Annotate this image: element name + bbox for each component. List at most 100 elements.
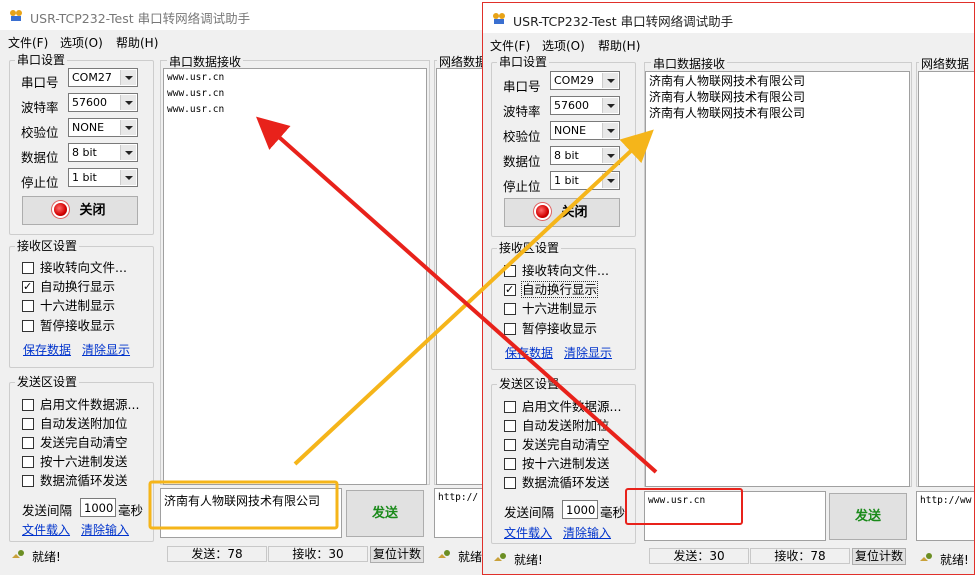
checkbox-box bbox=[22, 279, 34, 294]
net-recv-area[interactable] bbox=[918, 71, 974, 487]
clear-input-link[interactable]: 清除输入 bbox=[81, 521, 129, 538]
checkbox-label: 接收转向文件... bbox=[40, 260, 127, 275]
serial-recv-area[interactable]: 济南有人物联网技术有限公司 济南有人物联网技术有限公司 济南有人物联网技术有限公… bbox=[645, 71, 910, 487]
group-label: 串口设置 bbox=[15, 53, 68, 67]
baud-label: 波特率 bbox=[21, 100, 59, 115]
clear-display-link[interactable]: 清除显示 bbox=[82, 341, 130, 358]
loop-send-checkbox[interactable]: 数据流循环发送 bbox=[22, 473, 128, 488]
auto-wrap-checkbox[interactable]: 自动换行显示 bbox=[22, 279, 115, 294]
close-port-button[interactable]: 关闭 bbox=[504, 198, 620, 227]
load-file-link[interactable]: 文件载入 bbox=[504, 524, 552, 541]
menu-file[interactable]: 文件(F) bbox=[490, 37, 530, 54]
pause-recv-checkbox[interactable]: 暂停接收显示 bbox=[504, 321, 597, 336]
port-select[interactable]: COM27 bbox=[68, 68, 138, 87]
hex-send-checkbox[interactable]: 按十六进制发送 bbox=[22, 454, 128, 469]
auto-append-checkbox[interactable]: 自动发送附加位 bbox=[22, 416, 128, 431]
checkbox-box bbox=[504, 439, 516, 451]
file-source-checkbox[interactable]: 启用文件数据源... bbox=[22, 397, 139, 412]
menu-file[interactable]: 文件(F) bbox=[8, 34, 48, 51]
menu-options[interactable]: 选项(O) bbox=[60, 34, 103, 51]
chevron-down-icon bbox=[602, 123, 618, 138]
auto-append-checkbox[interactable]: 自动发送附加位 bbox=[504, 418, 610, 433]
menu-bar: 文件(F) 选项(O) 帮助(H) bbox=[483, 35, 974, 53]
recv-line: 济南有人物联网技术有限公司 bbox=[649, 90, 806, 104]
checkbox-label: 接收转向文件... bbox=[522, 263, 609, 278]
clear-display-link[interactable]: 清除显示 bbox=[564, 344, 612, 361]
recv-count: 接收：30 bbox=[268, 546, 368, 562]
auto-wrap-checkbox[interactable]: 自动换行显示 bbox=[504, 281, 599, 298]
checkbox-label: 自动换行显示 bbox=[40, 279, 116, 294]
menu-help[interactable]: 帮助(H) bbox=[116, 34, 158, 51]
recv-count: 接收：78 bbox=[750, 548, 850, 564]
stopbits-label: 停止位 bbox=[21, 175, 59, 190]
checkbox-box bbox=[22, 262, 34, 274]
checkbox-label: 数据流循环发送 bbox=[40, 473, 128, 488]
reset-count-button[interactable]: 复位计数 bbox=[370, 546, 424, 563]
checkbox-label: 按十六进制发送 bbox=[522, 456, 610, 471]
save-data-link[interactable]: 保存数据 bbox=[23, 341, 71, 358]
net-status-text: 就绪! bbox=[940, 553, 969, 567]
checkbox-box bbox=[22, 399, 34, 411]
send-button[interactable]: 发送 bbox=[829, 493, 907, 540]
baud-select[interactable]: 57600 bbox=[68, 93, 138, 112]
stopbits-select[interactable]: 1 bit bbox=[550, 171, 620, 190]
databits-label: 数据位 bbox=[21, 150, 59, 165]
auto-clear-checkbox[interactable]: 发送完自动清空 bbox=[22, 435, 128, 450]
serial-recv-area[interactable]: www.usr.cn www.usr.cn www.usr.cn bbox=[163, 68, 427, 485]
clear-input-link[interactable]: 清除输入 bbox=[563, 524, 611, 541]
stopbits-select[interactable]: 1 bit bbox=[68, 168, 138, 187]
checkbox-label: 启用文件数据源... bbox=[522, 399, 622, 414]
menu-bar: 文件(F) 选项(O) 帮助(H) bbox=[0, 32, 500, 50]
net-send-input[interactable]: http://ww bbox=[916, 491, 974, 541]
interval-unit: 毫秒 bbox=[600, 505, 626, 520]
file-source-checkbox[interactable]: 启用文件数据源... bbox=[504, 399, 621, 414]
parity-select[interactable]: NONE bbox=[550, 121, 620, 140]
interval-input[interactable]: 1000 bbox=[562, 500, 598, 519]
parity-select[interactable]: NONE bbox=[68, 118, 138, 137]
reset-count-button[interactable]: 复位计数 bbox=[852, 548, 906, 565]
checkbox-box bbox=[504, 265, 516, 277]
menu-options[interactable]: 选项(O) bbox=[542, 37, 585, 54]
select-value: NONE bbox=[72, 121, 105, 134]
port-select[interactable]: COM29 bbox=[550, 71, 620, 90]
interval-input[interactable]: 1000 bbox=[80, 498, 116, 517]
recv-to-file-checkbox[interactable]: 接收转向文件... bbox=[504, 263, 609, 278]
checkbox-box bbox=[22, 418, 34, 430]
recv-to-file-checkbox[interactable]: 接收转向文件... bbox=[22, 260, 127, 275]
hex-display-checkbox[interactable]: 十六进制显示 bbox=[22, 298, 115, 313]
loop-send-checkbox[interactable]: 数据流循环发送 bbox=[504, 475, 610, 490]
recv-line: 济南有人物联网技术有限公司 bbox=[649, 106, 806, 120]
chevron-down-icon bbox=[602, 148, 618, 163]
menu-help[interactable]: 帮助(H) bbox=[598, 37, 640, 54]
checkbox-box bbox=[504, 477, 516, 489]
status-led-icon bbox=[536, 205, 550, 218]
hex-send-checkbox[interactable]: 按十六进制发送 bbox=[504, 456, 610, 471]
group-label: 串口设置 bbox=[497, 55, 550, 69]
parity-label: 校验位 bbox=[503, 129, 541, 144]
hex-display-checkbox[interactable]: 十六进制显示 bbox=[504, 301, 597, 316]
checkbox-label: 自动发送附加位 bbox=[40, 416, 128, 431]
left-window: USR-TCP232-Test 串口转网络调试助手 文件(F) 选项(O) 帮助… bbox=[0, 0, 500, 575]
auto-clear-checkbox[interactable]: 发送完自动清空 bbox=[504, 437, 610, 452]
save-data-link[interactable]: 保存数据 bbox=[505, 344, 553, 361]
load-file-link[interactable]: 文件载入 bbox=[22, 521, 70, 538]
sent-count: 发送：78 bbox=[167, 546, 267, 562]
port-label: 串口号 bbox=[21, 75, 59, 90]
send-input[interactable]: www.usr.cn bbox=[644, 491, 826, 541]
checkbox-box bbox=[504, 420, 516, 432]
status-text: 就绪! bbox=[514, 553, 543, 567]
send-button[interactable]: 发送 bbox=[346, 490, 424, 537]
checkbox-label: 十六进制显示 bbox=[522, 301, 598, 316]
databits-select[interactable]: 8 bit bbox=[68, 143, 138, 162]
checkbox-box bbox=[22, 475, 34, 487]
port-label: 串口号 bbox=[503, 79, 541, 94]
select-value: 1 bit bbox=[72, 171, 97, 184]
databits-select[interactable]: 8 bit bbox=[550, 146, 620, 165]
close-port-button[interactable]: 关闭 bbox=[22, 196, 138, 225]
checkbox-label: 按十六进制发送 bbox=[40, 454, 128, 469]
send-input[interactable]: 济南有人物联网技术有限公司 bbox=[160, 488, 342, 538]
baud-select[interactable]: 57600 bbox=[550, 96, 620, 115]
pause-recv-checkbox[interactable]: 暂停接收显示 bbox=[22, 318, 115, 333]
chevron-down-icon bbox=[602, 73, 618, 88]
select-value: 8 bit bbox=[554, 149, 579, 162]
